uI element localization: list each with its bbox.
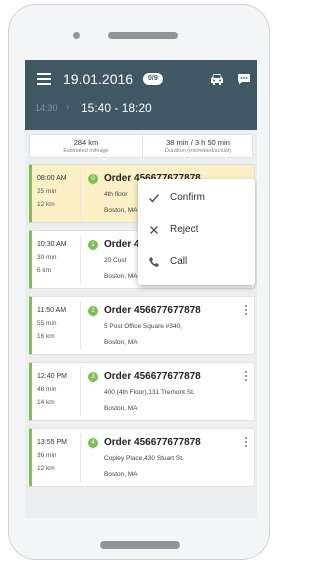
order-duration: 30 min — [37, 254, 57, 261]
order-time: 10:30 AM — [37, 241, 67, 248]
order-count-badge: 0/9 — [143, 73, 163, 85]
chevron-right-icon: › — [66, 102, 70, 113]
order-distance: 14 km — [37, 399, 55, 406]
speaker-grille — [108, 32, 178, 39]
order-distance: 12 km — [37, 201, 55, 208]
map-pin-icon: 1 — [88, 240, 98, 251]
card-divider — [80, 301, 81, 350]
time-range: 15:40 - 18:20 — [81, 101, 152, 115]
order-address: Copley Place,430 Stuart St, — [104, 455, 184, 462]
order-address: 20 Cust — [104, 257, 127, 264]
reject-menu-item[interactable]: Reject — [138, 215, 255, 247]
map-pin-icon: 4 — [88, 438, 98, 449]
order-time: 11:50 AM — [37, 307, 67, 314]
order-distance: 6 km — [37, 267, 52, 274]
order-duration: 25 min — [37, 188, 57, 195]
stats-bar: 284 km Estimated mileage 38 min / 3 h 50… — [29, 134, 253, 158]
header-date: 19.01.2016 — [63, 71, 134, 87]
mileage-label: Estimated mileage — [63, 148, 109, 154]
order-address: 400 (4th Floor),131 Tremont St, — [104, 389, 195, 396]
order-duration: 36 min — [37, 452, 57, 459]
app-bar: 19.01.2016 0/9 14:30 › 15:40 - 18:20 — [25, 60, 257, 130]
order-card[interactable]: 11:50 AM 55 min 16 km 2 Order 4566776778… — [29, 296, 255, 355]
order-time: 13:55 PM — [37, 439, 67, 446]
map-pin-icon: 3 — [88, 372, 98, 383]
reject-label: Reject — [170, 224, 199, 235]
order-card[interactable]: 12:40 PM 48 min 14 km 3 Order 4566776778… — [29, 362, 255, 421]
duration-value: 38 min / 3 h 50 min — [166, 138, 230, 147]
order-time: 08:00 AM — [37, 175, 67, 182]
phone-icon — [149, 257, 159, 267]
duration-stat: 38 min / 3 h 50 min Duration (estimated/… — [142, 135, 254, 157]
order-address: 5 Post Office Square #340, — [104, 323, 182, 330]
order-city: Boston, MA — [104, 207, 138, 214]
mileage-value: 284 km — [73, 138, 99, 147]
context-menu: Confirm Reject Call — [138, 179, 255, 285]
past-time: 14:30 — [35, 103, 58, 113]
car-icon[interactable] — [209, 72, 225, 86]
call-label: Call — [170, 256, 188, 267]
order-city: Boston, MA — [104, 471, 138, 478]
card-divider — [80, 169, 81, 218]
confirm-label: Confirm — [170, 192, 206, 203]
map-pin-icon: 2 — [88, 306, 98, 317]
order-title: Order 456677677878 — [104, 437, 201, 448]
order-card[interactable]: 13:55 PM 36 min 12 km 4 Order 4566776778… — [29, 428, 255, 487]
card-divider — [80, 433, 81, 482]
card-divider — [80, 367, 81, 416]
more-options-icon[interactable] — [244, 371, 248, 383]
more-options-icon[interactable] — [244, 437, 248, 449]
mileage-stat: 284 km Estimated mileage — [30, 135, 143, 157]
home-button[interactable] — [100, 541, 180, 549]
close-icon — [150, 226, 158, 234]
app-screen: 19.01.2016 0/9 14:30 › 15:40 - 18:20 284… — [25, 60, 257, 518]
order-title: Order 456677677878 — [104, 305, 201, 316]
check-icon — [148, 194, 160, 203]
order-city: Boston, MA — [104, 273, 138, 280]
order-time: 12:40 PM — [37, 373, 67, 380]
more-options-icon[interactable] — [244, 305, 248, 317]
order-distance: 12 km — [37, 465, 55, 472]
order-distance: 16 km — [37, 333, 55, 340]
order-address: 4th floor — [104, 191, 128, 198]
call-menu-item[interactable]: Call — [138, 247, 255, 279]
order-duration: 55 min — [37, 320, 57, 327]
order-duration: 48 min — [37, 386, 57, 393]
order-city: Boston, MA — [104, 339, 138, 346]
confirm-menu-item[interactable]: Confirm — [138, 183, 255, 215]
menu-icon[interactable] — [37, 73, 51, 85]
order-title: Order 456677677878 — [104, 371, 201, 382]
card-divider — [80, 235, 81, 284]
order-city: Boston, MA — [104, 405, 138, 412]
duration-label: Duration (estimated/actual) — [164, 148, 232, 154]
map-pin-icon: 0 — [88, 174, 98, 185]
chat-icon[interactable] — [237, 73, 251, 85]
camera-dot — [73, 32, 80, 39]
